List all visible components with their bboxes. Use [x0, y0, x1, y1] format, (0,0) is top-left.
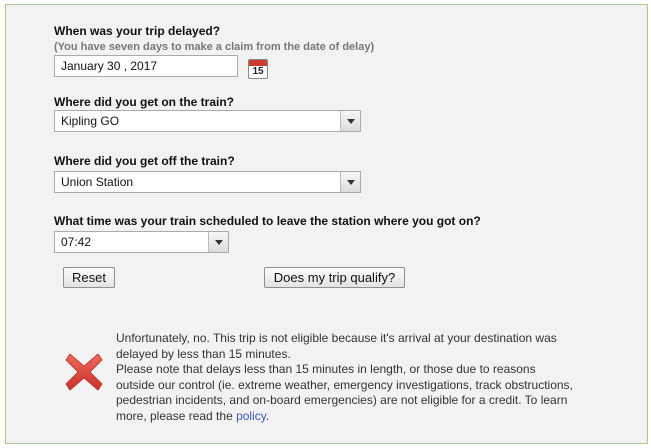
destination-select-value: Union Station: [61, 175, 134, 189]
calendar-day: 15: [252, 66, 264, 77]
qualify-button[interactable]: Does my trip qualify?: [264, 267, 405, 288]
result-message: Unfortunately, no. This trip is not elig…: [116, 331, 576, 424]
time-select[interactable]: 07:42: [54, 231, 229, 253]
origin-question: Where did you get on the train?: [54, 95, 234, 109]
date-note: (You have seven days to make a claim fro…: [54, 41, 375, 53]
chevron-down-icon[interactable]: [340, 172, 360, 192]
chevron-down-icon[interactable]: [340, 111, 360, 131]
time-question: What time was your train scheduled to le…: [54, 214, 481, 228]
origin-select[interactable]: Kipling GO: [54, 110, 361, 132]
date-input[interactable]: January 30 , 2017: [54, 55, 238, 77]
date-question: When was your trip delayed?: [54, 24, 221, 38]
error-x-icon: [65, 353, 103, 391]
reset-button[interactable]: Reset: [63, 267, 115, 288]
result-policy-text: Please note that delays less than 15 min…: [116, 362, 573, 423]
claim-form-panel: When was your trip delayed? (You have se…: [5, 4, 648, 444]
destination-select[interactable]: Union Station: [54, 171, 361, 193]
time-select-value: 07:42: [61, 235, 92, 249]
result-policy-note: Please note that delays less than 15 min…: [116, 362, 576, 424]
date-input-value: January 30 , 2017: [61, 59, 158, 73]
calendar-icon[interactable]: 15: [248, 59, 268, 79]
origin-select-value: Kipling GO: [61, 114, 120, 128]
result-verdict: Unfortunately, no. This trip is not elig…: [116, 331, 557, 361]
result-period: .: [265, 408, 270, 423]
chevron-down-icon[interactable]: [208, 232, 228, 252]
destination-question: Where did you get off the train?: [54, 154, 235, 168]
policy-link[interactable]: policy: [236, 409, 266, 423]
